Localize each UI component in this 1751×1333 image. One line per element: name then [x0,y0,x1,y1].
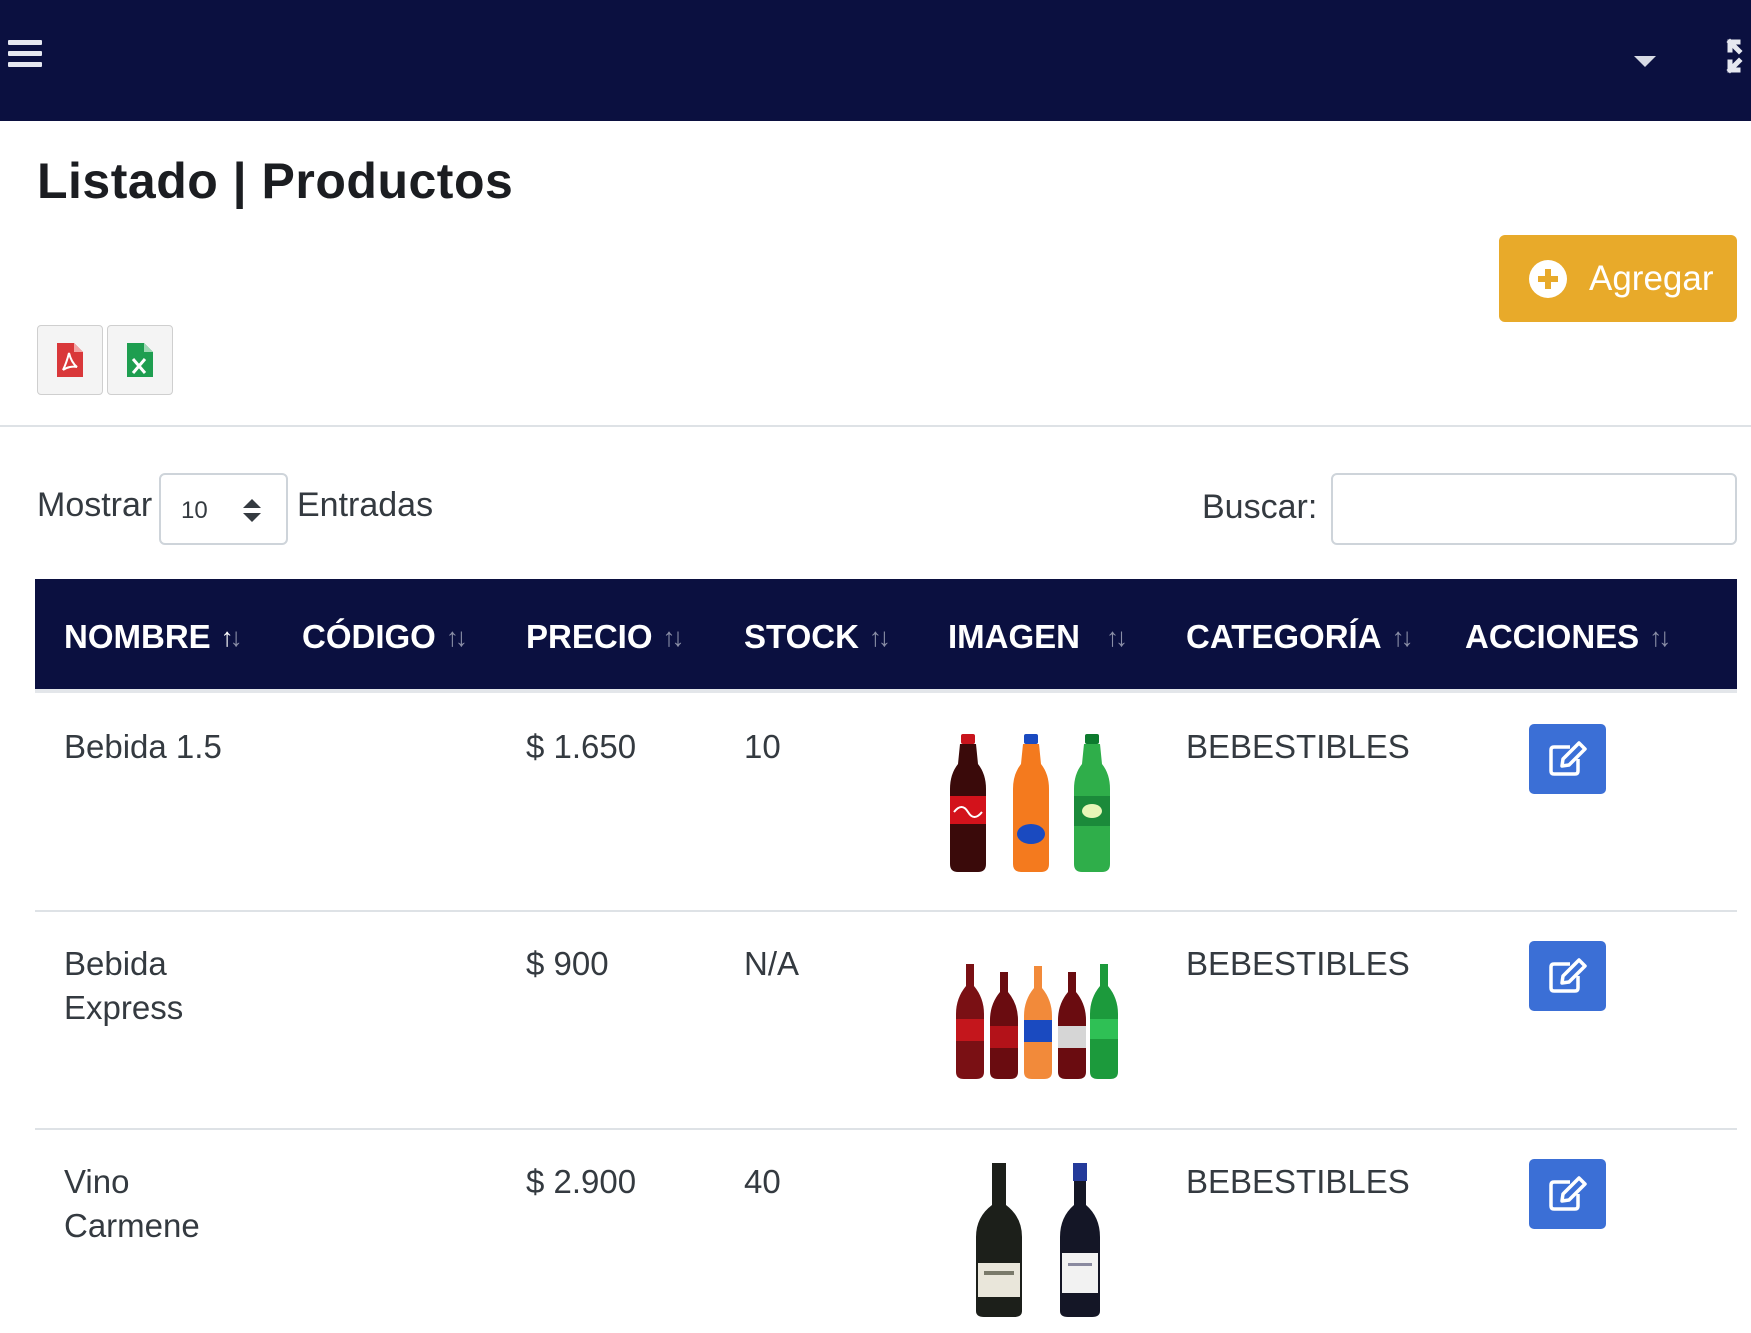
sort-icon: ↑ ↓ [1106,621,1128,652]
edit-button[interactable] [1529,724,1606,794]
search-input[interactable] [1331,473,1737,545]
show-label: Mostrar [37,486,153,524]
sort-icon: ↑ ↓ [1391,621,1414,652]
caret-down-icon[interactable] [1634,56,1656,67]
add-button-label: Agregar [1589,258,1714,298]
header-underline [35,689,1737,693]
sort-icon: ↑ ↓ [1649,621,1671,652]
sort-icon: ↑ ↓ [445,621,468,652]
column-header-acciones[interactable]: ACCIONES ↑ ↓ [1465,618,1671,656]
cell-nombre: Bebida 1.5 [64,728,222,765]
entries-label: Entradas [297,486,434,524]
table-header: NOMBRE ↑ ↓ CÓDIGO ↑ ↓ PRECIO ↑ ↓ STOCK ↑ ↓ I… [35,579,1737,689]
edit-icon [1548,741,1587,776]
sort-icon: ↑ ↓ [662,621,685,652]
edit-button[interactable] [1529,941,1606,1011]
entries-selected-value: 10 [181,497,208,524]
pdf-file-icon [57,343,83,377]
cell-precio: $ 900 [526,945,609,982]
search-label: Buscar: [1202,488,1318,526]
cell-categoria: BEBESTIBLES [1186,1163,1410,1200]
cell-categoria: BEBESTIBLES [1186,728,1410,765]
column-header-nombre[interactable]: NOMBRE ↑ ↓ [64,618,243,656]
edit-icon [1548,958,1587,993]
cell-nombre: Bebida Express [64,945,184,1026]
export-excel-button[interactable] [107,325,173,395]
export-pdf-button[interactable] [37,325,103,395]
entries-select[interactable]: 10 [159,473,288,545]
row-divider [35,1128,1737,1130]
fullscreen-icon[interactable] [1726,36,1751,76]
hamburger-icon[interactable] [8,40,42,72]
cell-precio: $ 1.650 [526,728,637,765]
product-image [956,964,1118,1079]
product-image [976,1163,1100,1317]
cell-stock: 40 [744,1163,781,1200]
cell-precio: $ 2.900 [526,1163,637,1200]
select-up-icon [243,499,261,508]
column-header-stock[interactable]: STOCK ↑ ↓ [744,618,891,656]
section-divider [0,425,1751,427]
edit-button[interactable] [1529,1159,1606,1229]
column-header-imagen[interactable]: IMAGEN ↑ ↓ [948,618,1128,656]
sort-icon: ↑ ↓ [868,621,891,652]
plus-circle-icon [1529,259,1567,298]
cell-nombre: Vino Carmene [64,1163,200,1244]
column-header-codigo[interactable]: CÓDIGO ↑ ↓ [302,618,468,656]
column-header-precio[interactable]: PRECIO ↑ ↓ [526,618,685,656]
sort-icon: ↑ ↓ [220,621,243,652]
row-divider [35,910,1737,912]
cell-categoria: BEBESTIBLES [1186,945,1410,982]
cell-stock: 10 [744,728,781,765]
top-navbar [0,0,1751,121]
cell-stock: N/A [744,945,800,982]
page-title: Listado | Productos [37,153,514,209]
add-product-button[interactable]: Agregar [1499,235,1737,322]
excel-file-icon [127,343,153,377]
edit-icon [1548,1176,1587,1211]
column-header-categoria[interactable]: CATEGORÍA ↑ ↓ [1186,618,1414,656]
select-down-icon [243,513,261,522]
product-image [950,734,1110,872]
